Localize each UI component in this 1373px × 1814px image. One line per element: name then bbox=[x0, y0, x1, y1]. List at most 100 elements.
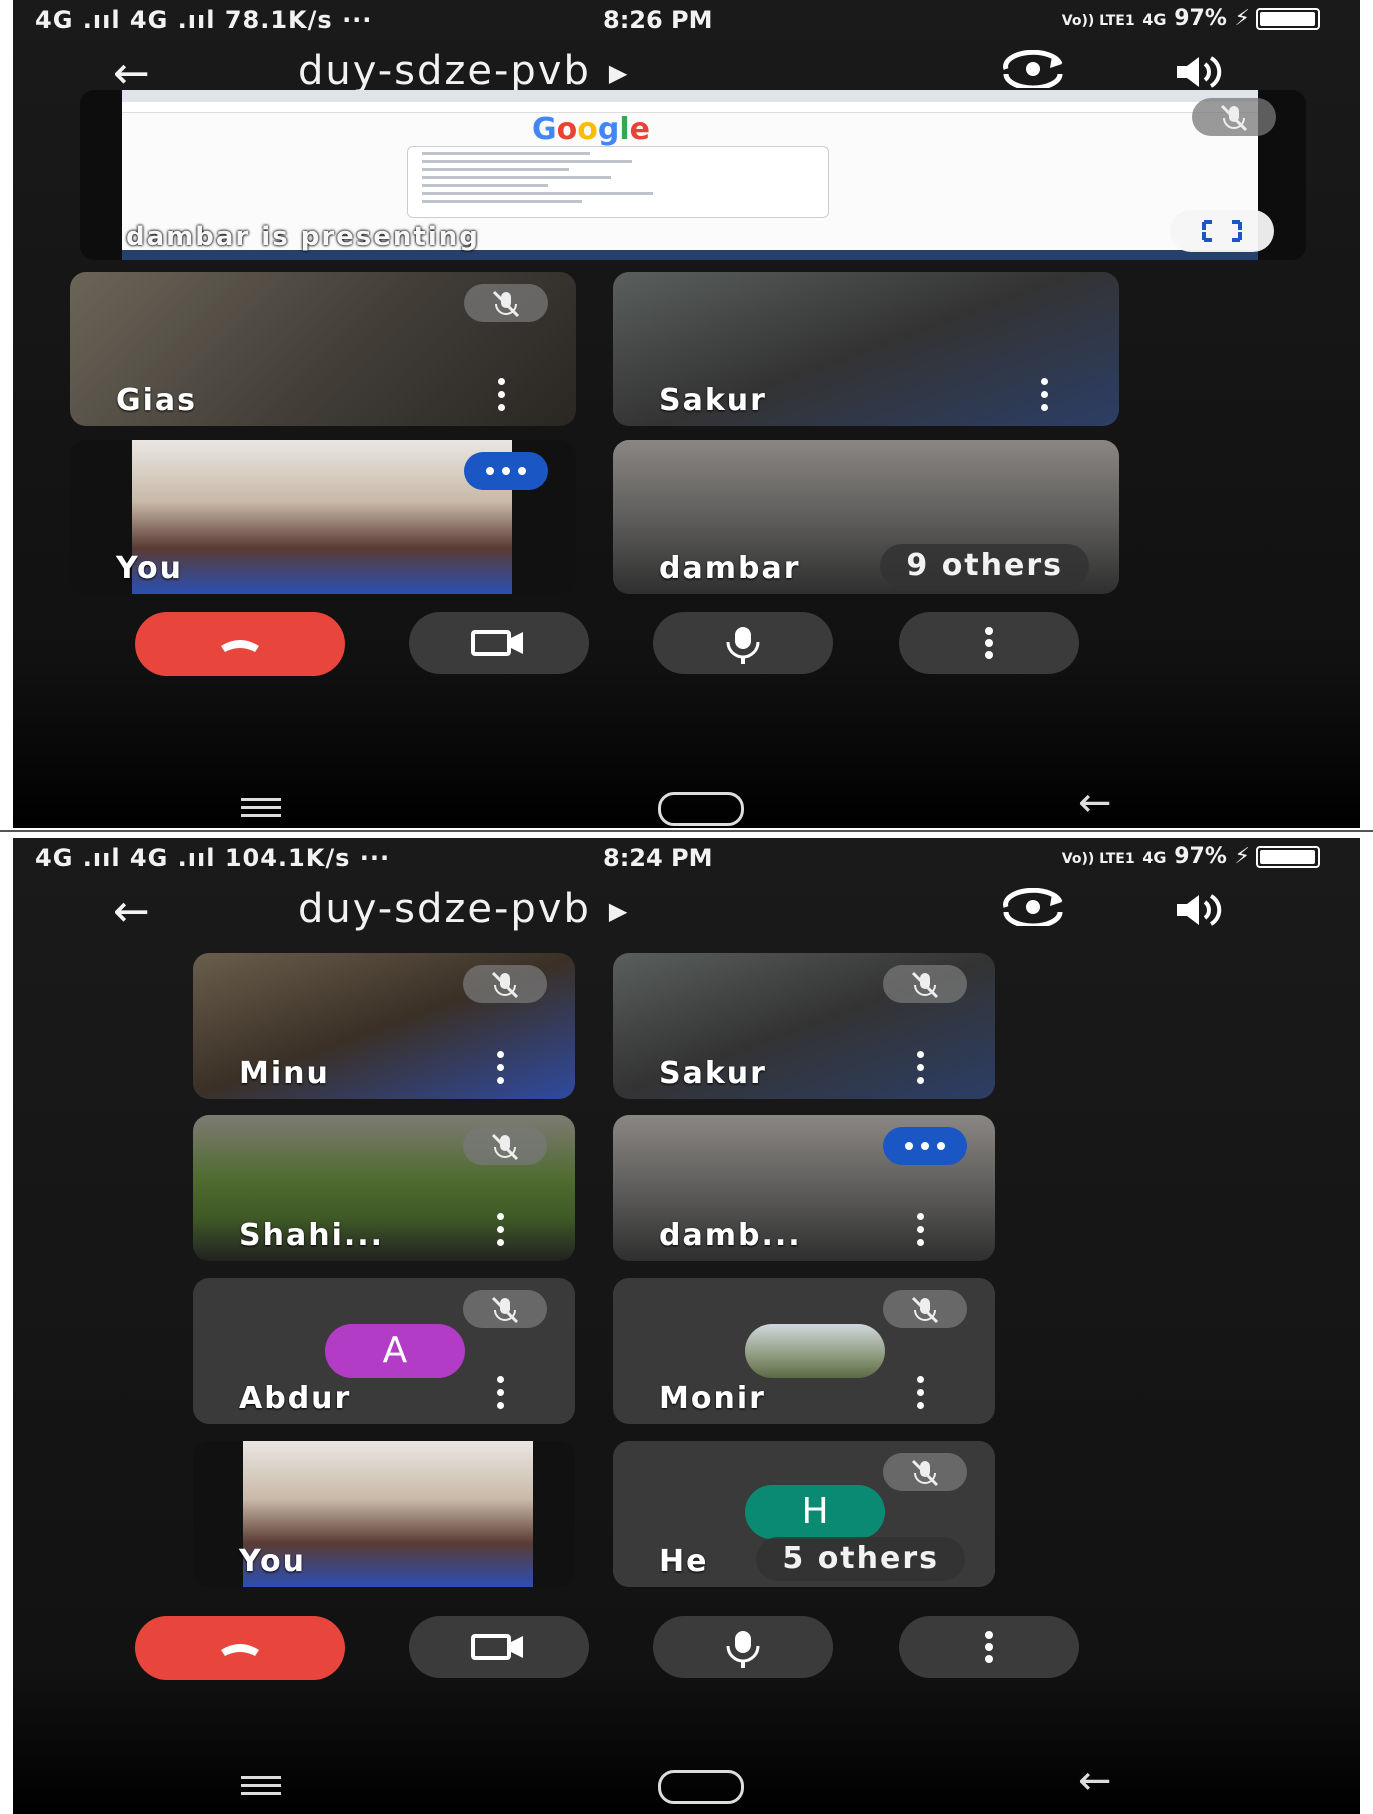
participant-tile[interactable]: Monir bbox=[613, 1278, 995, 1424]
flip-camera-icon[interactable] bbox=[998, 50, 1068, 88]
camera-button[interactable] bbox=[409, 1616, 589, 1678]
more-vert-icon bbox=[985, 627, 993, 659]
participant-tile[interactable]: damb... bbox=[613, 1115, 995, 1261]
mic-button[interactable] bbox=[653, 612, 833, 674]
screenshot-divider bbox=[0, 830, 1373, 832]
video-camera-icon bbox=[471, 630, 523, 656]
participant-tile[interactable]: Sakur bbox=[613, 272, 1119, 426]
mic-off-icon bbox=[883, 965, 967, 1003]
avatar: H bbox=[745, 1485, 885, 1539]
phone-hangup-icon bbox=[221, 640, 259, 652]
mic-off-icon bbox=[464, 284, 548, 322]
battery-percent: 97% bbox=[1174, 844, 1227, 869]
participant-tile[interactable]: Gias bbox=[70, 272, 576, 426]
meeting-header: ← duy-sdze-pvb ▶ bbox=[13, 884, 1360, 944]
signal-indicator: 4G .ııl 4G .ııl 104.1K/s ··· bbox=[35, 844, 391, 872]
participant-name: Shahi... bbox=[239, 1218, 385, 1253]
participant-name: dambar bbox=[659, 551, 801, 586]
microphone-icon bbox=[726, 1631, 760, 1668]
participant-name: You bbox=[116, 551, 183, 586]
status-right: Vo)) LTE1 4G 97% ⚡ bbox=[1062, 6, 1320, 31]
participant-tile[interactable]: A Abdur bbox=[193, 1278, 575, 1424]
participant-tile[interactable]: Shahi... bbox=[193, 1115, 575, 1261]
mic-off-icon bbox=[463, 1290, 547, 1328]
more-vert-icon[interactable] bbox=[498, 378, 506, 412]
participant-name: Abdur bbox=[239, 1381, 352, 1416]
participant-tile[interactable]: H He 5 others bbox=[613, 1441, 995, 1587]
google-logo-letter: l bbox=[619, 112, 630, 147]
participant-name: Gias bbox=[116, 383, 198, 418]
clock: 8:26 PM bbox=[603, 6, 713, 34]
battery-percent: 97% bbox=[1174, 6, 1227, 31]
google-logo: Google bbox=[532, 112, 650, 147]
speaker-icon[interactable] bbox=[1173, 54, 1223, 90]
more-vert-icon[interactable] bbox=[497, 1051, 505, 1085]
nav-back-icon[interactable]: ← bbox=[1078, 1758, 1112, 1804]
more-options-button[interactable] bbox=[899, 612, 1079, 674]
call-controls bbox=[13, 1616, 1360, 1686]
participant-tile[interactable]: Sakur bbox=[613, 953, 995, 1099]
meeting-code[interactable]: duy-sdze-pvb ▶ bbox=[298, 886, 629, 932]
google-logo-letter: G bbox=[532, 112, 557, 147]
mic-off-icon bbox=[1192, 98, 1276, 136]
mic-button[interactable] bbox=[653, 1616, 833, 1678]
more-vert-icon[interactable] bbox=[917, 1376, 925, 1410]
more-vert-icon[interactable] bbox=[497, 1376, 505, 1410]
mic-off-icon bbox=[463, 1127, 547, 1165]
participant-name: Monir bbox=[659, 1381, 766, 1416]
more-vert-icon[interactable] bbox=[917, 1213, 925, 1247]
participant-tile-self[interactable]: You bbox=[70, 440, 576, 594]
others-count[interactable]: 9 others bbox=[880, 544, 1089, 588]
end-call-button[interactable] bbox=[135, 1616, 345, 1680]
flip-camera-icon[interactable] bbox=[998, 888, 1068, 926]
status-bar: 4G .ııl 4G .ııl 104.1K/s ··· 8:24 PM Vo)… bbox=[13, 838, 1360, 884]
home-icon[interactable] bbox=[658, 792, 744, 826]
more-options-button[interactable] bbox=[899, 1616, 1079, 1678]
google-logo-letter: o bbox=[577, 112, 598, 147]
nav-back-icon[interactable]: ← bbox=[1078, 780, 1112, 826]
data-speed: 104.1K/s bbox=[224, 844, 351, 872]
speaker-icon[interactable] bbox=[1173, 892, 1223, 928]
home-icon[interactable] bbox=[658, 1770, 744, 1804]
more-vert-icon[interactable] bbox=[1041, 378, 1049, 412]
end-call-button[interactable] bbox=[135, 612, 345, 676]
presenting-banner: dambar is presenting bbox=[126, 222, 480, 252]
video-camera-icon bbox=[471, 1634, 523, 1660]
mic-off-icon bbox=[883, 1290, 967, 1328]
play-arrow-icon: ▶ bbox=[608, 897, 630, 925]
recent-apps-icon[interactable] bbox=[241, 1776, 281, 1800]
call-controls bbox=[13, 612, 1360, 682]
participant-name: Minu bbox=[239, 1056, 330, 1091]
participant-tile-self[interactable]: You bbox=[193, 1441, 575, 1587]
presentation-tile[interactable]: Google dambar is presenting bbox=[80, 90, 1306, 260]
meeting-code[interactable]: duy-sdze-pvb ▶ bbox=[298, 48, 629, 94]
status-right: Vo)) LTE1 4G 97% ⚡ bbox=[1062, 844, 1320, 869]
avatar: A bbox=[325, 1324, 465, 1378]
fullscreen-icon[interactable] bbox=[1170, 210, 1274, 252]
back-arrow-icon[interactable]: ← bbox=[113, 886, 150, 937]
data-speed: 78.1K/s bbox=[224, 6, 333, 34]
battery-icon bbox=[1256, 846, 1320, 868]
others-count[interactable]: 5 others bbox=[756, 1537, 965, 1581]
google-logo-letter: e bbox=[629, 112, 651, 147]
participant-tile[interactable]: Minu bbox=[193, 953, 575, 1099]
more-vert-icon[interactable] bbox=[497, 1213, 505, 1247]
avatar bbox=[745, 1324, 885, 1378]
search-suggestions bbox=[407, 146, 829, 218]
signal-indicator: 4G .ııl 4G .ııl 78.1K/s ··· bbox=[35, 6, 373, 34]
mic-off-icon bbox=[883, 1453, 967, 1491]
phone-hangup-icon bbox=[221, 1644, 259, 1656]
participant-tile[interactable]: dambar 9 others bbox=[613, 440, 1119, 594]
clock: 8:24 PM bbox=[603, 844, 713, 872]
participant-name: damb... bbox=[659, 1218, 802, 1253]
system-nav-bar: ← bbox=[13, 780, 1360, 828]
microphone-icon bbox=[726, 627, 760, 664]
more-vert-icon bbox=[985, 1631, 993, 1663]
participant-name: You bbox=[239, 1544, 306, 1579]
speaking-indicator-icon bbox=[464, 452, 548, 490]
participant-name: He bbox=[659, 1544, 709, 1579]
camera-button[interactable] bbox=[409, 612, 589, 674]
more-vert-icon[interactable] bbox=[917, 1051, 925, 1085]
meet-screen-1: 4G .ııl 4G .ııl 78.1K/s ··· 8:26 PM Vo))… bbox=[13, 0, 1360, 828]
recent-apps-icon[interactable] bbox=[241, 798, 281, 822]
